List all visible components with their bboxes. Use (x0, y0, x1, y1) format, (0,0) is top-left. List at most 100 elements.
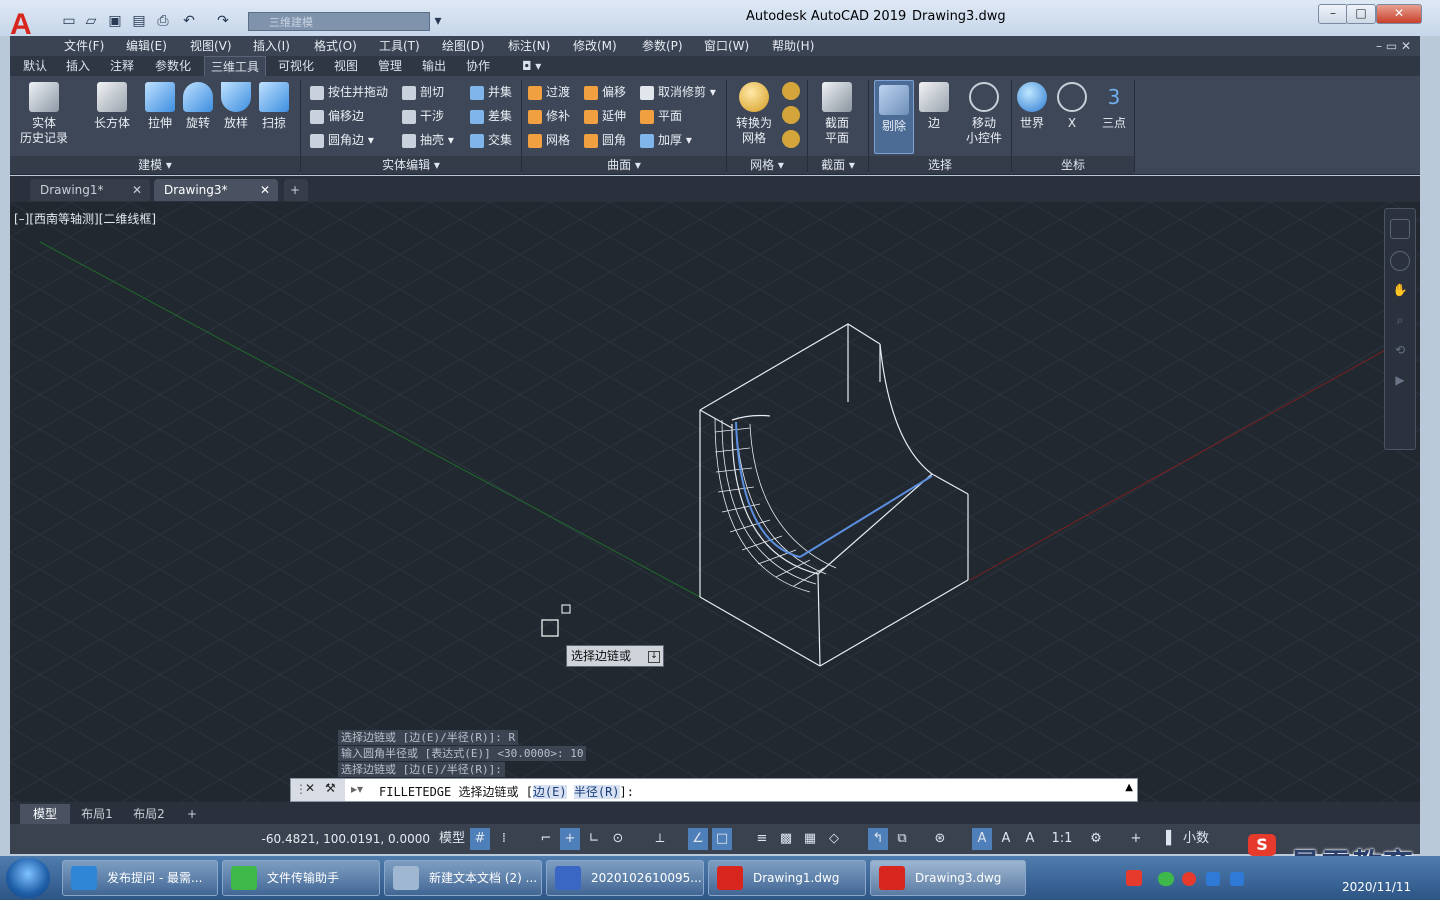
workspace-dropdown[interactable]: 三维建模 (248, 12, 430, 31)
doc-tab-drawing3[interactable]: Drawing3* ✕ (154, 179, 278, 201)
tab-layout1[interactable]: 布局1 (72, 804, 122, 824)
ribbon-minimize-icon[interactable]: ◘ ▾ (522, 56, 541, 76)
tooltip-options-icon[interactable]: ↓ (648, 651, 660, 663)
ime-tray-icon[interactable] (1126, 870, 1142, 886)
panel-title-selection[interactable]: 选择 (869, 156, 1011, 174)
panel-title-section[interactable]: 截面 ▾ (808, 156, 868, 174)
mesh-sphere-small-icon[interactable] (782, 82, 800, 100)
workspace-gear-icon[interactable]: ⚙ (1086, 828, 1106, 850)
auto-scale-icon[interactable]: A (996, 828, 1016, 850)
zoom-icon[interactable]: ⌕ (1391, 313, 1409, 331)
taskbar-item-drawing1[interactable]: Drawing1.dwg (708, 860, 866, 896)
shield-tray-icon[interactable] (1206, 872, 1220, 886)
revolve-button[interactable]: 旋转 (178, 82, 218, 131)
menu-modify[interactable]: 修改(M) (573, 36, 617, 56)
selection-filter-icon[interactable]: ⧉ (892, 828, 912, 850)
menu-insert[interactable]: 插入(I) (253, 36, 290, 56)
tab-insert[interactable]: 插入 (66, 56, 90, 76)
3d-osnap-icon[interactable]: ◇ (824, 828, 844, 850)
dynamic-input-icon[interactable]: + (560, 828, 580, 850)
panel-title-coordinates[interactable]: 坐标 (1012, 156, 1134, 174)
mesh-sphere-small-icon[interactable] (782, 106, 800, 124)
annotation-monitor-icon[interactable]: + (1126, 828, 1146, 850)
extrude-button[interactable]: 拉伸 (140, 82, 180, 131)
viewport-controls-label[interactable]: [–][西南等轴测][二维线框] (14, 210, 156, 227)
undo-icon[interactable]: ↶ (180, 12, 198, 30)
tab-manage[interactable]: 管理 (378, 56, 402, 76)
taskbar-item-video[interactable]: 2020102610095... (546, 860, 704, 896)
menu-window[interactable]: 窗口(W) (704, 36, 749, 56)
presspull-button[interactable]: 按住并拖动 (310, 82, 388, 102)
tab-3d-tools[interactable]: 三维工具 (204, 56, 267, 77)
menu-edit[interactable]: 编辑(E) (126, 36, 167, 56)
ucs-world-button[interactable]: 世界 (1014, 82, 1050, 131)
loft-button[interactable]: 放样 (216, 82, 256, 131)
start-button[interactable] (6, 858, 50, 898)
section-plane-button[interactable]: 截面 平面 (812, 82, 862, 146)
tab-default[interactable]: 默认 (23, 56, 47, 76)
infer-constraints-icon[interactable]: ⌐ (536, 828, 556, 850)
wechat-tray-icon[interactable] (1158, 872, 1174, 886)
recent-commands-icon[interactable]: ▸▾ (351, 782, 363, 796)
tab-view[interactable]: 视图 (334, 56, 358, 76)
doc-window-controls[interactable]: – ▭ ✕ (1376, 36, 1411, 56)
viewcube-icon[interactable] (1390, 219, 1410, 239)
surface-untrim-button[interactable]: 取消修剪 ▾ (640, 82, 716, 102)
coordinates-readout[interactable]: -60.4821, 100.0191, 0.0000 (254, 828, 430, 850)
ortho-icon[interactable]: ∟ (584, 828, 604, 850)
offset-edge-button[interactable]: 偏移边 (310, 106, 364, 126)
plot-icon[interactable]: ⎙ (154, 12, 172, 30)
tab-parametric[interactable]: 参数化 (155, 56, 191, 76)
save-icon[interactable]: ▣ (106, 12, 124, 30)
command-history-toggle-icon[interactable]: ▲ (1125, 782, 1133, 793)
move-gizmo-button[interactable]: 移动 小控件 (956, 82, 1012, 146)
option-radius[interactable]: 半径(R) (573, 785, 620, 799)
surface-extend-button[interactable]: 延伸 (584, 106, 626, 126)
thicken-button[interactable]: 加厚 ▾ (640, 130, 692, 150)
box-button[interactable]: 长方体 (88, 82, 136, 131)
taskbar-item-drawing3[interactable]: Drawing3.dwg (870, 860, 1026, 896)
tab-layout2[interactable]: 布局2 (124, 804, 174, 824)
polar-icon[interactable]: ⊙ (608, 828, 628, 850)
units-icon[interactable]: ▐ (1156, 828, 1176, 850)
model-space-button[interactable]: 模型 (438, 828, 466, 850)
security-tray-icon[interactable] (1182, 872, 1196, 886)
surface-network-button[interactable]: 网格 (528, 130, 570, 150)
annotation-scale-icon[interactable]: A (1020, 828, 1040, 850)
surface-blend-button[interactable]: 过渡 (528, 82, 570, 102)
redo-icon[interactable]: ↷ (214, 12, 232, 30)
showmotion-icon[interactable]: ▶ (1391, 373, 1409, 391)
orbit-icon[interactable]: ⟲ (1391, 343, 1409, 361)
minimize-button[interactable]: – (1318, 4, 1348, 24)
tab-output[interactable]: 输出 (422, 56, 446, 76)
command-line[interactable]: ⋮ ✕ ⚒ ▸▾ FILLETEDGE 选择边链或 [边(E) 半径(R)]: … (290, 778, 1138, 802)
lineweight-icon[interactable]: ≡ (752, 828, 772, 850)
close-tab-icon[interactable]: ✕ (132, 179, 142, 201)
grid-icon[interactable]: # (470, 828, 490, 850)
ucs-3point-button[interactable]: 3 三点 (1094, 82, 1134, 131)
interfere-button[interactable]: 干涉 (402, 106, 444, 126)
dynamic-ucs-icon[interactable]: ↰ (868, 828, 888, 850)
network-tray-icon[interactable] (1230, 872, 1244, 886)
subtract-button[interactable]: 差集 (470, 106, 512, 126)
fillet-edge-button[interactable]: 圆角边 ▾ (310, 130, 374, 150)
menu-tools[interactable]: 工具(T) (379, 36, 420, 56)
taskbar-item-notepad[interactable]: 新建文本文档 (2) ... (384, 860, 542, 896)
object-snap-icon[interactable]: □ (712, 828, 732, 850)
union-button[interactable]: 并集 (470, 82, 512, 102)
taskbar-item-browser[interactable]: 发布提问 - 最需... (62, 860, 218, 896)
save-as-icon[interactable]: ▤ (130, 12, 148, 30)
surface-patch-button[interactable]: 修补 (528, 106, 570, 126)
snap-icon[interactable]: ⁞ (494, 828, 514, 850)
annotation-visibility-icon[interactable]: A (972, 828, 992, 850)
new-tab-button[interactable]: + (284, 179, 308, 201)
tab-collaborate[interactable]: 协作 (466, 56, 490, 76)
customize-toolbar-icon[interactable]: ▾ (429, 12, 447, 30)
planar-surface-button[interactable]: 平面 (640, 106, 682, 126)
drawing-viewport[interactable]: [–][西南等轴测][二维线框] ✋ ⌕ ⟲ ▶ (10, 202, 1420, 802)
annotation-scale-value[interactable]: 1:1 (1046, 828, 1078, 850)
close-tab-icon[interactable]: ✕ (260, 179, 270, 201)
menu-view[interactable]: 视图(V) (190, 36, 232, 56)
panel-title-solid-edit[interactable]: 实体编辑 ▾ (301, 156, 521, 174)
gizmo-icon[interactable]: ⊛ (930, 828, 950, 850)
